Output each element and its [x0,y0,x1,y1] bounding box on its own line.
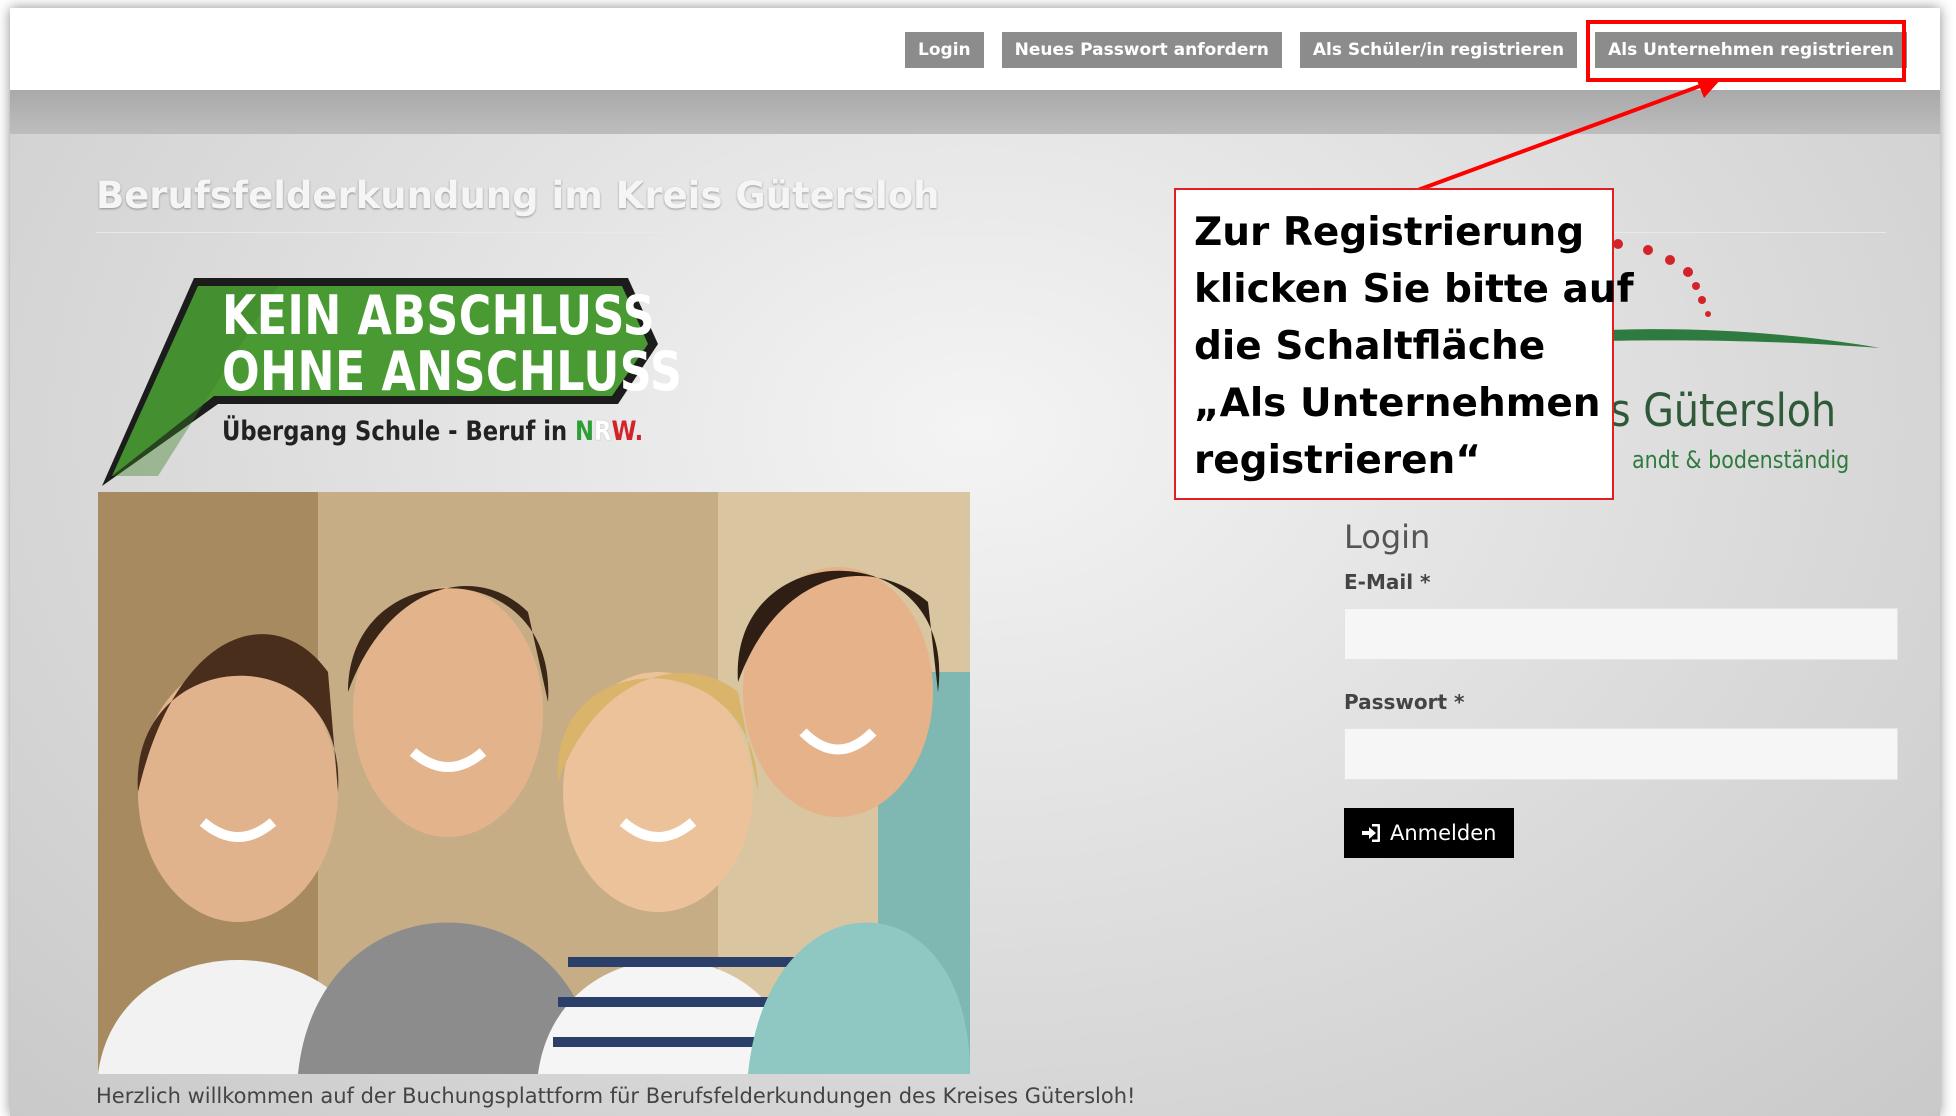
callout-line: registrieren“ [1194,438,1481,483]
nrw-n: N [575,416,595,447]
kreis-logo-name: s Gütersloh [1610,384,1837,437]
nrw-r: R [594,416,612,447]
login-heading: Login [1344,518,1431,556]
students-photo [98,492,970,1074]
callout-line: „Als Unternehmen [1194,381,1601,426]
request-password-link[interactable]: Neues Passwort anfordern [1001,32,1282,68]
kao-line-1: KEIN ABSCHLUSS [222,284,656,347]
kao-subtitle: Übergang Schule - Beruf in NRW. [222,416,643,447]
sign-in-icon [1362,824,1380,842]
welcome-text: Herzlich willkommen auf der Buchungsplat… [96,1084,1136,1108]
login-submit-button[interactable]: Anmelden [1344,808,1515,858]
kein-abschluss-logo: KEIN ABSCHLUSS OHNE ANSCHLUSS Übergang S… [98,264,683,490]
browser-page: Login Neues Passwort anfordern Als Schül… [10,8,1940,1116]
password-field[interactable] [1344,728,1898,780]
callout-line: die Schaltfläche [1194,324,1546,369]
kao-subtitle-prefix: Übergang Schule - Beruf in [222,416,576,447]
callout-line: klicken Sie bitte auf [1194,267,1634,312]
students-photo-illustration [98,492,970,1074]
password-label: Passwort * [1344,690,1465,714]
register-student-link[interactable]: Als Schüler/in registrieren [1299,32,1578,68]
login-submit-label: Anmelden [1390,821,1497,845]
callout-line: Zur Registrierung [1194,210,1585,255]
main-content: Berufsfelderkundung im Kreis Gütersloh K… [10,134,1940,1116]
header-band [10,90,1940,134]
login-link[interactable]: Login [905,32,984,68]
email-field[interactable] [1344,608,1898,660]
register-company-highlight [1586,20,1906,82]
kreis-logo-slogan: andt & bodenständig [1632,446,1850,474]
kao-line-2: OHNE ANSCHLUSS [222,340,683,403]
login-form: Login E-Mail * Passwort * Anmelden [1344,518,1898,858]
email-label: E-Mail * [1344,570,1431,594]
registration-instruction-callout: Zur Registrierung klicken Sie bitte auf … [1174,188,1634,500]
nrw-w: W. [611,416,644,447]
site-title: Berufsfelderkundung im Kreis Gütersloh [96,174,940,217]
